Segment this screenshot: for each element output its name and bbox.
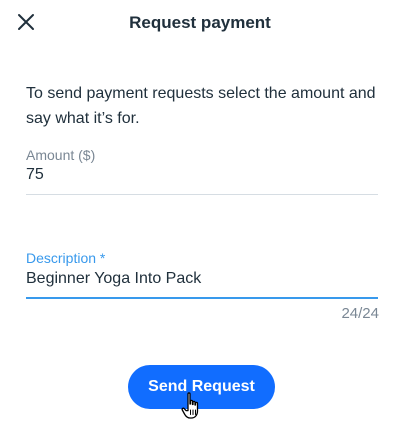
request-payment-screen: Request payment To send payment requests… <box>0 0 400 424</box>
header: Request payment <box>0 0 400 48</box>
description-label: Description * <box>26 250 106 266</box>
page-title: Request payment <box>129 13 271 32</box>
description-underline <box>26 297 378 299</box>
amount-label: Amount ($) <box>26 147 96 163</box>
send-request-button[interactable]: Send Request <box>128 365 275 409</box>
amount-underline <box>26 194 378 195</box>
intro-text: To send payment requests select the amou… <box>26 85 376 127</box>
description-field[interactable] <box>26 270 378 288</box>
character-counter: 24/24 <box>341 305 379 322</box>
amount-field[interactable] <box>26 166 378 184</box>
